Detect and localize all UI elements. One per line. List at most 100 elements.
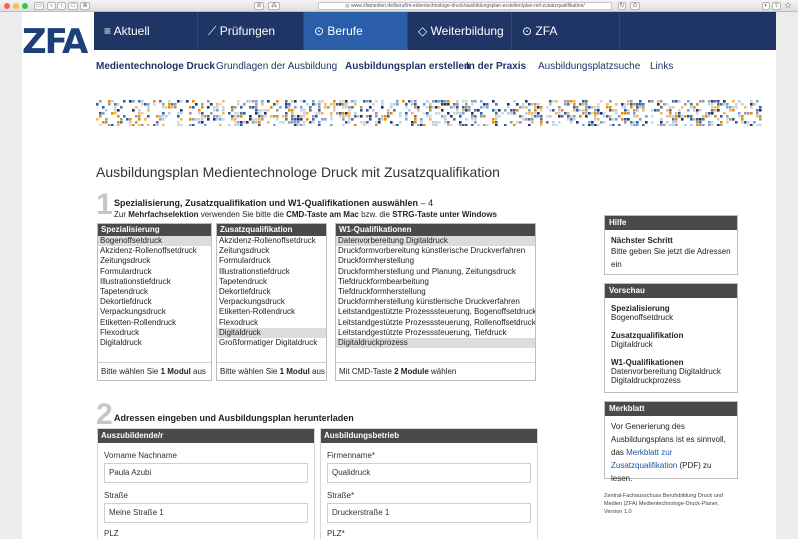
sidebar-toggle-icon[interactable]: ▭ <box>34 2 44 10</box>
list-option[interactable]: Leitstandgestützte Prozesssteuerung, Bog… <box>336 307 535 317</box>
ausbildungsbetrieb-header: Ausbildungsbetrieb <box>321 429 537 443</box>
instr-bold: CMD-Taste am Mac <box>286 210 359 219</box>
list-option[interactable]: Verpackungsdruck <box>217 297 326 307</box>
list-option[interactable]: Leitstandgestützte Prozesssteuerung, Rol… <box>336 318 535 328</box>
share-page-icon[interactable]: ⇪ <box>772 2 781 10</box>
reader-icon[interactable]: ⁂ <box>268 2 280 10</box>
list-option[interactable]: Druckformherstellung künstlerische Druck… <box>336 297 535 307</box>
list-option[interactable]: Akzidenz-Rollenoffsetdruck <box>217 236 326 246</box>
share-icon[interactable]: □ <box>68 2 78 10</box>
azubi-street-label: Straße <box>104 491 129 500</box>
list-option[interactable]: Zeitungsdruck <box>98 256 211 266</box>
list-option[interactable]: Dekortiefdruck <box>217 287 326 297</box>
spezialisierung-listbox[interactable]: Bogenoffsetdruck Akzidenz-Rollenoffsetdru… <box>98 236 211 348</box>
step-2-number: 2 <box>96 398 113 431</box>
extension-icon[interactable]: ◐ <box>762 2 770 10</box>
reload-icon[interactable]: ↻ <box>618 2 626 10</box>
betrieb-street-label: Straße* <box>327 491 355 500</box>
hilfe-header: Hilfe <box>605 216 737 230</box>
list-option[interactable]: Flexodruck <box>98 328 211 338</box>
hilfe-panel: Hilfe Nächster Schritt Bitte geben Sie j… <box>604 215 738 275</box>
forward-icon[interactable]: › <box>57 2 66 10</box>
betrieb-street-input[interactable]: Druckerstraße 1 <box>327 503 531 523</box>
instr-bold: Mehrfachselektion <box>128 210 199 219</box>
azubi-name-label: Vorname Nachname <box>104 451 177 460</box>
footer-text: Bitte wählen Sie <box>220 367 280 376</box>
subnav-grundlagen[interactable]: Grundlagen der Ausbildung <box>216 60 337 74</box>
nav-pruefungen[interactable]: ⟋ Prüfungen <box>198 12 304 50</box>
zusatzqualifikation-box: Zusatzqualifikation Akzidenz-Rollenoffse… <box>216 223 327 381</box>
vorschau-zusatz-value: Digitaldruck <box>611 340 653 349</box>
vorschau-w1-label: W1-Qualifikationen <box>611 358 684 367</box>
list-option[interactable]: Etiketten-Rollendruck <box>98 318 211 328</box>
list-option[interactable]: Illustrationstiefdruck <box>98 277 211 287</box>
close-window-button[interactable] <box>4 3 10 9</box>
list-option[interactable]: Leitstandgestützte Prozesssteuerung, Tie… <box>336 328 535 338</box>
subnav-ausbildungsplatzsuche[interactable]: Ausbildungsplatzsuche <box>538 60 640 74</box>
footer-text: aus <box>309 367 325 376</box>
subnav-links[interactable]: Links <box>650 60 673 74</box>
azubi-name-input[interactable]: Paula Azubi <box>104 463 308 483</box>
list-option[interactable]: Illustrationstiefdruck <box>217 267 326 277</box>
footer-bold: 1 Modul <box>279 367 310 376</box>
subnav-ausbildungsplan-erstellen[interactable]: Ausbildungsplan erstellen <box>345 60 470 74</box>
list-option[interactable]: Druckformherstellung <box>336 256 535 266</box>
nav-zfa[interactable]: ⊙ ZFA <box>512 12 620 50</box>
subnav-in-der-praxis[interactable]: In der Praxis <box>466 60 526 74</box>
list-option[interactable]: Großformatiger Digitaldruck <box>217 338 326 348</box>
list-option[interactable]: Digitaldruck <box>98 338 211 348</box>
list-option[interactable]: Zeitungsdruck <box>217 246 326 256</box>
spezialisierung-box: Spezialisierung Bogenoffsetdruck Akzidenz… <box>97 223 212 381</box>
nav-weiterbildung[interactable]: ◇ Weiterbildung <box>408 12 512 50</box>
list-option[interactable]: Bogenoffsetdruck <box>98 236 211 247</box>
nav-berufe[interactable]: ⊙ Berufe <box>304 12 408 50</box>
back-icon[interactable]: ‹ <box>47 2 56 10</box>
zfa-logo[interactable]: ZFA <box>22 18 92 66</box>
list-option[interactable]: Digitaldruck <box>217 327 326 339</box>
step-1-count: – 4 <box>420 198 434 208</box>
list-option[interactable]: Tapetendruck <box>98 287 211 297</box>
list-option[interactable]: Dekortiefdruck <box>98 297 211 307</box>
list-option[interactable]: Etiketten-Rollendruck <box>217 307 326 317</box>
list-option[interactable]: Formulardruck <box>217 256 326 266</box>
instr-text: Zur <box>114 210 129 219</box>
tabs-icon[interactable]: ⊕ <box>80 2 90 10</box>
mosaic-banner <box>96 100 762 126</box>
address-bar[interactable]: ◎ www.zfamedien.de/beruf/m-edientechnolo… <box>318 2 612 10</box>
browser-toolbar: ▭ ‹ › □ ⊕ ⊘ ⁂ ◎ www.zfamedien.de/beruf/m… <box>0 0 798 12</box>
zusatzqualifikation-listbox[interactable]: Akzidenz-Rollenoffsetdruck Zeitungsdruck F… <box>217 236 326 348</box>
list-option[interactable]: Tiefdruckformbearbeitung <box>336 277 535 287</box>
bookmark-star-icon[interactable]: ☆ <box>784 0 792 11</box>
nav-aktuell[interactable]: ≡ Aktuell <box>94 12 198 50</box>
hilfe-title: Nächster Schritt <box>611 236 673 245</box>
list-option[interactable]: Tiefdruckformherstellung <box>336 287 535 297</box>
auszubildende-header: Auszubildende/r <box>98 429 314 443</box>
list-option[interactable]: Flexodruck <box>217 318 326 328</box>
list-option[interactable]: Druckformherstellung und Planung, Zeitun… <box>336 267 535 277</box>
instr-text: bzw. die <box>358 210 393 219</box>
w1-qualifikationen-box: W1-Qualifikationen Datenvorbereitung Dig… <box>335 223 536 381</box>
list-option[interactable]: Akzidenz-Rollenoffsetdruck <box>98 246 211 256</box>
subnav-medientechnologe-druck[interactable]: Medientechnologe Druck <box>96 60 215 74</box>
list-option[interactable]: Druckformvorbereitung künstlerische Druc… <box>336 246 535 256</box>
step-1-heading-text: Spezialisierung, Zusatzqualifikation und… <box>114 198 419 208</box>
minimize-window-button[interactable] <box>13 3 19 9</box>
list-option[interactable]: Verpackungsdruck <box>98 307 211 317</box>
betrieb-firm-input[interactable]: Qualidruck <box>327 463 531 483</box>
download-icon[interactable]: ⊙ <box>630 2 640 10</box>
step-1-heading: Spezialisierung, Zusatzqualifikation und… <box>114 198 433 208</box>
version-fineprint: Zentral-Fachausschuss Berufsbildung Druc… <box>604 493 723 515</box>
vorschau-panel: Vorschau Spezialisierung Bogenoffsetdruc… <box>604 283 738 393</box>
w1-qualifikationen-footer: Mit CMD-Taste 2 Module wählen <box>336 362 535 380</box>
instr-text: verwenden Sie bitte die <box>198 210 287 219</box>
footer-bold: 1 Modul <box>160 367 191 376</box>
list-option[interactable]: Digitaldruckprozess <box>336 338 535 349</box>
footer-text: wählen <box>428 367 457 376</box>
list-option[interactable]: Tapetendruck <box>217 277 326 287</box>
list-option[interactable]: Datenvorbereitung Digitaldruck <box>336 236 535 247</box>
maximize-window-button[interactable] <box>22 3 28 9</box>
footer-text: aus <box>190 367 206 376</box>
w1-qualifikationen-listbox[interactable]: Datenvorbereitung Digitaldruck Druckformv… <box>336 236 535 349</box>
azubi-street-input[interactable]: Meine Straße 1 <box>104 503 308 523</box>
list-option[interactable]: Formulardruck <box>98 267 211 277</box>
